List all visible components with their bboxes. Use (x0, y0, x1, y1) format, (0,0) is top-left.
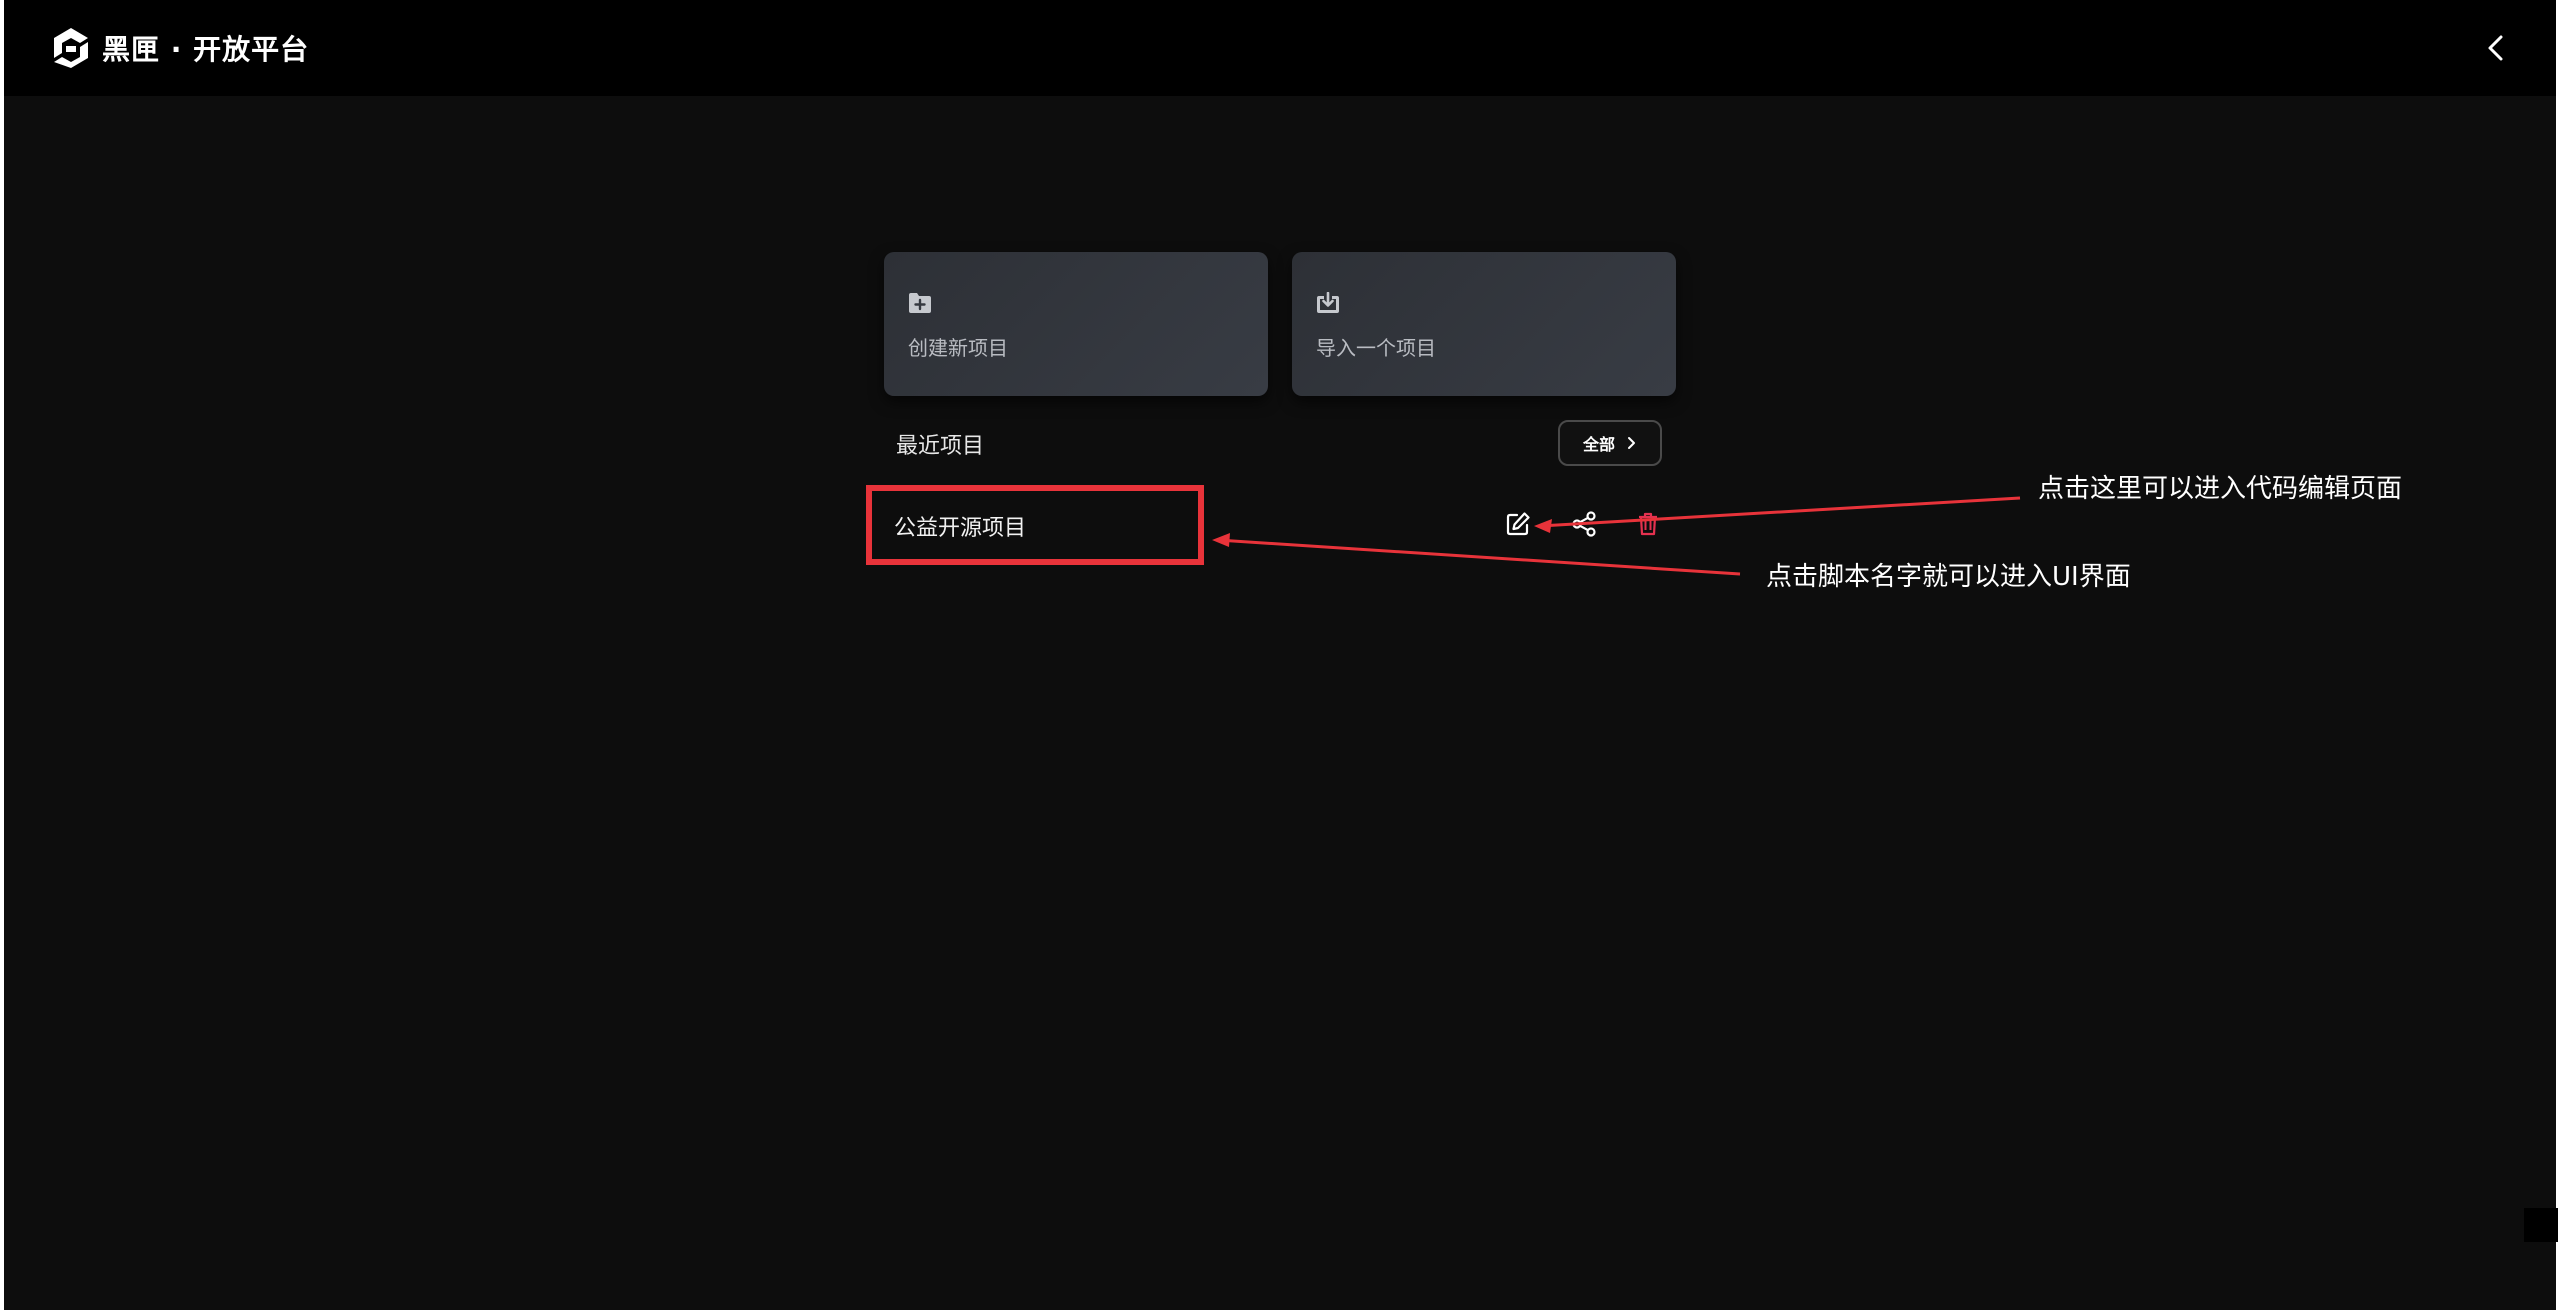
download-icon (1317, 292, 1339, 313)
view-all-label: 全部 (1582, 435, 1615, 454)
annotation-arrows (1212, 496, 2021, 576)
name-hint-annotation: 点击脚本名字就可以进入UI界面 (1766, 562, 2131, 592)
brand-logo[interactable]: 黑匣 · 开放平台 (50, 24, 309, 72)
recent-projects-title: 最近项目 (896, 434, 985, 459)
chevron-right-icon (1628, 437, 1635, 449)
chevron-left-icon[interactable] (2478, 30, 2514, 66)
trash-icon[interactable] (1634, 510, 1662, 538)
brand-logo-icon (54, 28, 88, 68)
edit-hint-annotation: 点击这里可以进入代码编辑页面 (2038, 474, 2403, 504)
create-project-label: 创建新项目 (908, 336, 1008, 360)
project-highlight-box (866, 485, 1204, 565)
brand-name: 黑匣 · 开放平台 (102, 33, 310, 66)
create-project-card[interactable]: 创建新项目 (884, 252, 1268, 396)
top-header: 黑匣 · 开放平台 (4, 0, 2556, 96)
view-all-button[interactable]: 全部 (1558, 420, 1662, 466)
share-icon[interactable] (1570, 510, 1598, 538)
app-window: 黑匣 · 开放平台 创建新项目 导入一个项目 最近项目 全部 公益开源项目 点击… (4, 0, 2556, 1310)
folder-plus-icon (909, 293, 931, 313)
corner-marker (2524, 1208, 2558, 1242)
edit-icon[interactable] (1504, 510, 1532, 538)
import-project-label: 导入一个项目 (1316, 336, 1436, 360)
import-project-card[interactable]: 导入一个项目 (1292, 252, 1676, 396)
